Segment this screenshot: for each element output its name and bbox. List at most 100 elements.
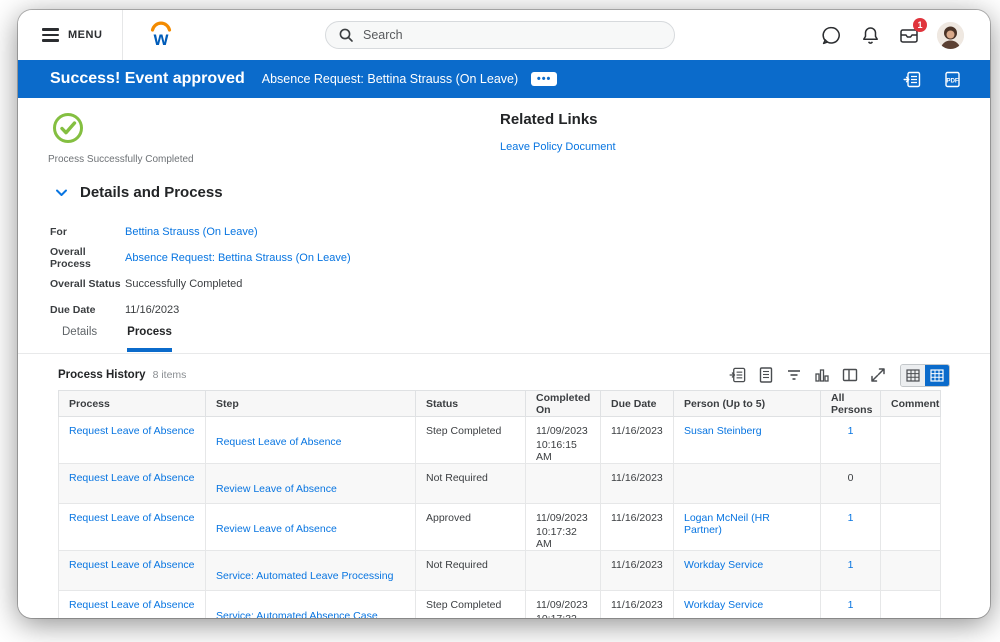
table-row: Request Leave of Absence Review Leave of … xyxy=(59,504,941,551)
export-excel-icon[interactable] xyxy=(902,69,922,89)
divider xyxy=(122,10,123,60)
success-banner: Success! Event approved Absence Request:… xyxy=(18,60,990,98)
grid-view-toggle xyxy=(900,364,950,387)
related-link-leave-policy[interactable]: Leave Policy Document xyxy=(500,141,616,153)
step-link[interactable]: Service: Automated Absence Case Creation xyxy=(216,610,378,618)
step-link[interactable]: Review Leave of Absence xyxy=(216,523,337,535)
expanded-grid-button[interactable] xyxy=(925,365,949,386)
step-cell: Review Leave of Absence xyxy=(206,464,416,504)
pdf-icon[interactable]: PDF xyxy=(942,69,962,89)
column-header[interactable]: Person (Up to 5) xyxy=(674,391,821,417)
status-cell: Step Completed xyxy=(416,417,526,464)
inbox-icon[interactable]: 1 xyxy=(898,24,920,46)
inbox-badge: 1 xyxy=(913,18,927,32)
field-value: Successfully Completed xyxy=(125,278,242,290)
field-label: Overall Status xyxy=(50,278,125,290)
workday-logo[interactable]: w xyxy=(147,20,175,50)
process-link[interactable]: Request Leave of Absence xyxy=(69,472,195,484)
all-persons-link[interactable]: 1 xyxy=(848,512,854,524)
process-link[interactable]: Request Leave of Absence xyxy=(69,425,195,437)
status-cell: Approved xyxy=(416,504,526,551)
success-check-icon xyxy=(52,112,84,144)
menu-button[interactable]: MENU xyxy=(18,10,122,60)
table-row: Request Leave of Absence Service: Automat… xyxy=(59,551,941,591)
search-bar[interactable] xyxy=(325,21,675,49)
comment-cell xyxy=(881,464,941,504)
process-link[interactable]: Request Leave of Absence xyxy=(69,599,195,611)
person-cell: Workday Service xyxy=(674,591,821,619)
column-header[interactable]: Due Date xyxy=(601,391,674,417)
person-link[interactable]: Workday Service xyxy=(684,599,763,611)
table-header-row: ProcessStepStatusCompleted OnDue DatePer… xyxy=(59,391,941,417)
top-bar: MENU w 1 xyxy=(18,10,990,60)
printable-view-icon[interactable] xyxy=(756,366,775,385)
process-link[interactable]: Request Leave of Absence xyxy=(69,512,195,524)
person-cell: Workday Service xyxy=(674,551,821,591)
table-row: Request Leave of Absence Review Leave of … xyxy=(59,464,941,504)
all-persons-link[interactable]: 1 xyxy=(848,425,854,437)
field-label: For xyxy=(50,226,125,238)
related-links-panel: Related Links Leave Policy Document xyxy=(500,111,616,155)
details-and-process-header[interactable]: Details and Process xyxy=(55,184,223,201)
workday-app-window: MENU w 1 xyxy=(18,10,990,618)
chart-icon[interactable] xyxy=(812,366,831,385)
field-value-link[interactable]: Bettina Strauss (On Leave) xyxy=(125,226,258,238)
all-persons-cell: 1 xyxy=(821,504,881,551)
due-date-cell: 11/16/2023 xyxy=(601,504,674,551)
step-cell: Service: Automated Leave Processing xyxy=(206,551,416,591)
compact-grid-button[interactable] xyxy=(901,365,925,386)
step-link[interactable]: Service: Automated Leave Processing xyxy=(216,570,393,582)
tab-process[interactable]: Process xyxy=(127,326,172,352)
column-header[interactable]: All Persons xyxy=(821,391,881,417)
search-input[interactable] xyxy=(363,28,662,42)
process-cell: Request Leave of Absence xyxy=(59,417,206,464)
step-link[interactable]: Request Leave of Absence xyxy=(216,436,342,448)
person-link[interactable]: Susan Steinberg xyxy=(684,425,762,437)
notifications-bell-icon[interactable] xyxy=(859,24,881,46)
all-persons-link[interactable]: 1 xyxy=(848,599,854,611)
step-cell: Service: Automated Absence Case Creation xyxy=(206,591,416,619)
due-date-cell: 11/16/2023 xyxy=(601,551,674,591)
column-header[interactable]: Completed On xyxy=(526,391,601,417)
column-header[interactable]: Comment xyxy=(881,391,941,417)
process-cell: Request Leave of Absence xyxy=(59,464,206,504)
all-persons-cell: 1 xyxy=(821,551,881,591)
all-persons-link[interactable]: 1 xyxy=(848,559,854,571)
comment-cell xyxy=(881,551,941,591)
process-cell: Request Leave of Absence xyxy=(59,551,206,591)
column-header[interactable]: Process xyxy=(59,391,206,417)
status-cell: Not Required xyxy=(416,551,526,591)
tab-details[interactable]: Details xyxy=(62,326,97,352)
column-header[interactable]: Status xyxy=(416,391,526,417)
menu-label: MENU xyxy=(68,29,102,41)
related-actions-button[interactable]: ••• xyxy=(531,72,557,86)
grid-items-count: 8 items xyxy=(153,369,187,381)
expand-icon[interactable] xyxy=(868,366,887,385)
section-title: Details and Process xyxy=(80,184,223,201)
person-link[interactable]: Logan McNeil (HR Partner) xyxy=(684,512,770,536)
field-row-overall-process: Overall Process Absence Request: Bettina… xyxy=(50,245,351,271)
status-cell: Not Required xyxy=(416,464,526,504)
process-cell: Request Leave of Absence xyxy=(59,504,206,551)
banner-title: Success! Event approved xyxy=(50,70,245,88)
divider xyxy=(18,353,990,354)
person-link[interactable]: Workday Service xyxy=(684,559,763,571)
details-fields: For Bettina Strauss (On Leave) Overall P… xyxy=(50,219,351,323)
all-persons-cell: 1 xyxy=(821,591,881,619)
field-value-link[interactable]: Absence Request: Bettina Strauss (On Lea… xyxy=(125,252,351,264)
all-persons-cell: 1 xyxy=(821,417,881,464)
all-persons-cell: 0 xyxy=(821,464,881,504)
table-row: Request Leave of Absence Service: Automat… xyxy=(59,591,941,619)
manage-columns-icon[interactable] xyxy=(840,366,859,385)
comment-cell xyxy=(881,591,941,619)
export-excel-icon[interactable] xyxy=(728,366,747,385)
step-link[interactable]: Review Leave of Absence xyxy=(216,483,337,495)
process-link[interactable]: Request Leave of Absence xyxy=(69,559,195,571)
filter-icon[interactable] xyxy=(784,366,803,385)
avatar[interactable] xyxy=(937,22,964,49)
chat-icon[interactable] xyxy=(820,24,842,46)
tab-bar: Details Process xyxy=(62,326,172,352)
completed-on-cell xyxy=(526,551,601,591)
due-date-cell: 11/16/2023 xyxy=(601,464,674,504)
column-header[interactable]: Step xyxy=(206,391,416,417)
